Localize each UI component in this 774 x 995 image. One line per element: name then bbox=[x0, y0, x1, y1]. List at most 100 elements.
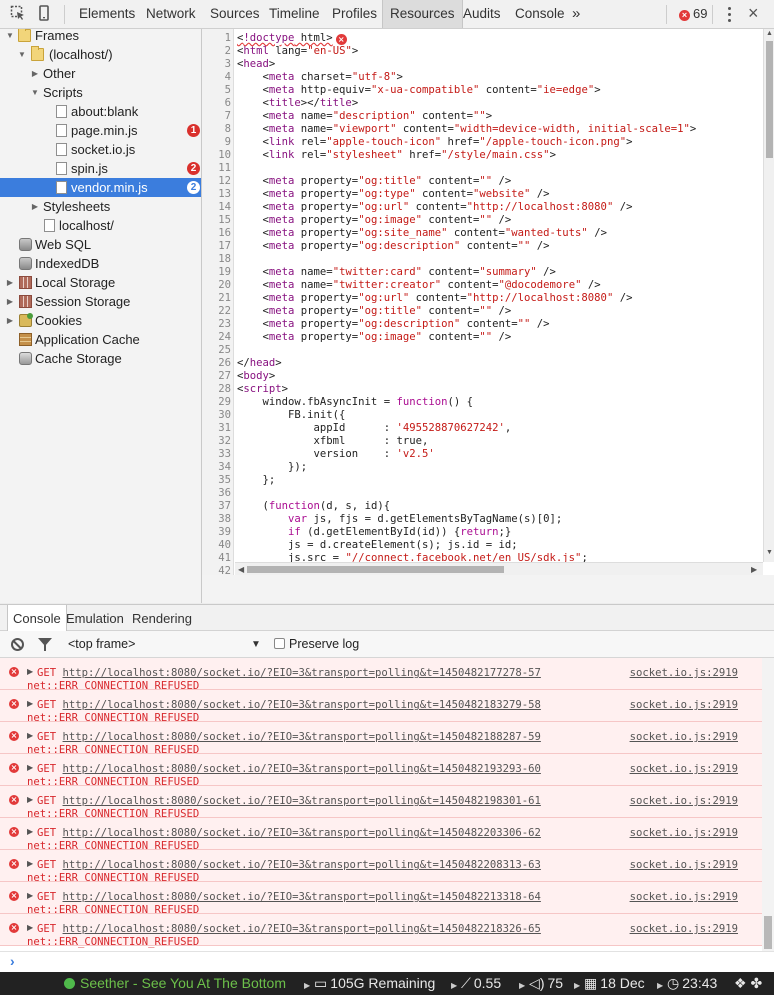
line-number[interactable]: 36 bbox=[202, 487, 231, 500]
request-url-link[interactable]: http://localhost:8080/socket.io/?EIO=3&t… bbox=[63, 827, 541, 839]
line-number[interactable]: 33 bbox=[202, 448, 231, 461]
tab-elements[interactable]: Elements bbox=[72, 0, 142, 28]
sidebar-item-stylesheets[interactable]: ▶ Stylesheets bbox=[0, 197, 201, 216]
drawer-tab-rendering[interactable]: Rendering bbox=[127, 605, 197, 631]
line-number[interactable]: 38 bbox=[202, 513, 231, 526]
source-link[interactable]: socket.io.js:2919 bbox=[630, 763, 738, 775]
tab-timeline[interactable]: Timeline bbox=[262, 0, 327, 28]
tab-network[interactable]: Network bbox=[139, 0, 203, 28]
request-url-link[interactable]: http://localhost:8080/socket.io/?EIO=3&t… bbox=[63, 763, 541, 775]
line-number[interactable]: 42 bbox=[202, 565, 231, 575]
line-number[interactable]: 25 bbox=[202, 344, 231, 357]
filter-icon[interactable] bbox=[38, 638, 52, 651]
expand-triangle-icon[interactable]: ▶ bbox=[5, 311, 15, 330]
console-error-message[interactable]: × ▶ GET http://localhost:8080/socket.io/?E… bbox=[0, 722, 762, 756]
tab-console[interactable]: Console bbox=[508, 0, 572, 28]
sidebar-item-page-min-js[interactable]: page.min.js 1 bbox=[0, 121, 201, 140]
line-number[interactable]: 7 bbox=[202, 110, 231, 123]
line-number[interactable]: 28 bbox=[202, 383, 231, 396]
request-url-link[interactable]: http://localhost:8080/socket.io/?EIO=3&t… bbox=[63, 667, 541, 679]
sidebar-item-vendor-min-js[interactable]: vendor.min.js 2 bbox=[0, 178, 201, 197]
expand-triangle-icon[interactable]: ▶ bbox=[5, 292, 15, 311]
request-url-link[interactable]: http://localhost:8080/socket.io/?EIO=3&t… bbox=[63, 795, 541, 807]
line-number[interactable]: 12 bbox=[202, 175, 231, 188]
line-number[interactable]: 26 bbox=[202, 357, 231, 370]
line-number[interactable]: 1 bbox=[202, 32, 231, 45]
line-number[interactable]: 21 bbox=[202, 292, 231, 305]
console-scrollbar[interactable] bbox=[762, 658, 774, 951]
tab-resources[interactable]: Resources bbox=[382, 0, 463, 28]
line-number[interactable]: 18 bbox=[202, 253, 231, 266]
expand-triangle-icon[interactable]: ▶ bbox=[30, 197, 40, 216]
dropbox-icon[interactable]: ❖ bbox=[734, 975, 747, 991]
scrollbar-thumb[interactable] bbox=[764, 916, 772, 949]
request-url-link[interactable]: http://localhost:8080/socket.io/?EIO=3&t… bbox=[63, 859, 541, 871]
line-number[interactable]: 11 bbox=[202, 162, 231, 175]
error-icon[interactable]: × bbox=[335, 34, 347, 45]
line-number[interactable]: 6 bbox=[202, 97, 231, 110]
tab-audits[interactable]: Audits bbox=[456, 0, 508, 28]
sidebar-item-localhost-frame[interactable]: ▼ (localhost/) bbox=[0, 45, 201, 64]
line-number[interactable]: 19 bbox=[202, 266, 231, 279]
request-url-link[interactable]: http://localhost:8080/socket.io/?EIO=3&t… bbox=[63, 891, 541, 903]
expand-triangle-icon[interactable]: ▶ bbox=[5, 273, 15, 292]
console-error-message[interactable]: × ▶ GET http://localhost:8080/socket.io/?E… bbox=[0, 658, 762, 692]
source-link[interactable]: socket.io.js:2919 bbox=[630, 795, 738, 807]
scroll-right-arrow-icon[interactable]: ▶ bbox=[751, 563, 757, 575]
console-error-message[interactable]: × ▶ GET http://localhost:8080/socket.io/?E… bbox=[0, 754, 762, 788]
console-error-message[interactable]: × ▶ GET http://localhost:8080/socket.io/?E… bbox=[0, 690, 762, 724]
console-messages[interactable]: × ▶ GET http://localhost:8080/socket.io/?E… bbox=[0, 658, 774, 951]
source-link[interactable]: socket.io.js:2919 bbox=[630, 827, 738, 839]
expand-triangle-icon[interactable]: ▶ bbox=[27, 699, 33, 708]
tab-profiles[interactable]: Profiles bbox=[325, 0, 384, 28]
more-tabs-button[interactable]: » bbox=[565, 0, 587, 28]
expand-triangle-icon[interactable]: ▶ bbox=[27, 667, 33, 676]
source-link[interactable]: socket.io.js:2919 bbox=[630, 667, 738, 679]
console-error-message[interactable]: × ▶ GET http://localhost:8080/socket.io/?E… bbox=[0, 818, 762, 852]
sidebar-item-application-cache[interactable]: Application Cache bbox=[0, 330, 201, 349]
line-number[interactable]: 23 bbox=[202, 318, 231, 331]
sidebar-item-frames[interactable]: ▼ Frames bbox=[0, 29, 201, 45]
drawer-tab-emulation[interactable]: Emulation bbox=[61, 605, 129, 631]
console-error-message[interactable]: × ▶ GET http://localhost:8080/socket.io/?E… bbox=[0, 850, 762, 884]
console-prompt[interactable]: › bbox=[0, 951, 774, 972]
line-number[interactable]: 13 bbox=[202, 188, 231, 201]
line-number[interactable]: 41 bbox=[202, 552, 231, 565]
expand-triangle-icon[interactable]: ▶ bbox=[30, 64, 40, 83]
scroll-left-arrow-icon[interactable]: ◀ bbox=[238, 563, 244, 575]
tray-icons[interactable]: ❖ ✤ bbox=[734, 972, 762, 995]
request-url-link[interactable]: http://localhost:8080/socket.io/?EIO=3&t… bbox=[63, 923, 541, 935]
expand-triangle-icon[interactable]: ▶ bbox=[27, 859, 33, 868]
sidebar-item-cache-storage[interactable]: Cache Storage bbox=[0, 349, 201, 368]
line-number[interactable]: 30 bbox=[202, 409, 231, 422]
line-number[interactable]: 2 bbox=[202, 45, 231, 58]
expand-triangle-icon[interactable]: ▶ bbox=[27, 827, 33, 836]
drawer-tab-console[interactable]: Console bbox=[7, 605, 67, 632]
inspect-element-icon[interactable] bbox=[9, 5, 27, 23]
preserve-log-checkbox[interactable] bbox=[274, 638, 285, 649]
scroll-down-arrow-icon[interactable]: ▼ bbox=[765, 549, 774, 556]
line-number[interactable]: 39 bbox=[202, 526, 231, 539]
line-number[interactable]: 34 bbox=[202, 461, 231, 474]
line-number[interactable]: 32 bbox=[202, 435, 231, 448]
line-number[interactable]: 20 bbox=[202, 279, 231, 292]
sidebar-item-indexeddb[interactable]: IndexedDB bbox=[0, 254, 201, 273]
sidebar-item-local-storage[interactable]: ▶ Local Storage bbox=[0, 273, 201, 292]
sidebar-item-about-blank[interactable]: about:blank bbox=[0, 102, 201, 121]
expand-triangle-icon[interactable]: ▶ bbox=[27, 763, 33, 772]
expand-triangle-icon[interactable]: ▶ bbox=[27, 731, 33, 740]
line-number[interactable]: 24 bbox=[202, 331, 231, 344]
source-link[interactable]: socket.io.js:2919 bbox=[630, 923, 738, 935]
source-link[interactable]: socket.io.js:2919 bbox=[630, 699, 738, 711]
frame-context-select[interactable]: <top frame> bbox=[68, 636, 135, 653]
line-number[interactable]: 15 bbox=[202, 214, 231, 227]
request-url-link[interactable]: http://localhost:8080/socket.io/?EIO=3&t… bbox=[63, 699, 541, 711]
line-number[interactable]: 17 bbox=[202, 240, 231, 253]
line-number[interactable]: 37 bbox=[202, 500, 231, 513]
line-number[interactable]: 40 bbox=[202, 539, 231, 552]
vertical-scrollbar[interactable]: ▲ ▼ bbox=[763, 29, 774, 562]
console-error-message[interactable]: × ▶ GET http://localhost:8080/socket.io/?E… bbox=[0, 786, 762, 820]
console-error-message[interactable]: × ▶ GET http://localhost:8080/socket.io/?E… bbox=[0, 882, 762, 916]
collapse-triangle-icon[interactable]: ▼ bbox=[30, 83, 40, 102]
customize-menu-icon[interactable] bbox=[723, 4, 737, 24]
